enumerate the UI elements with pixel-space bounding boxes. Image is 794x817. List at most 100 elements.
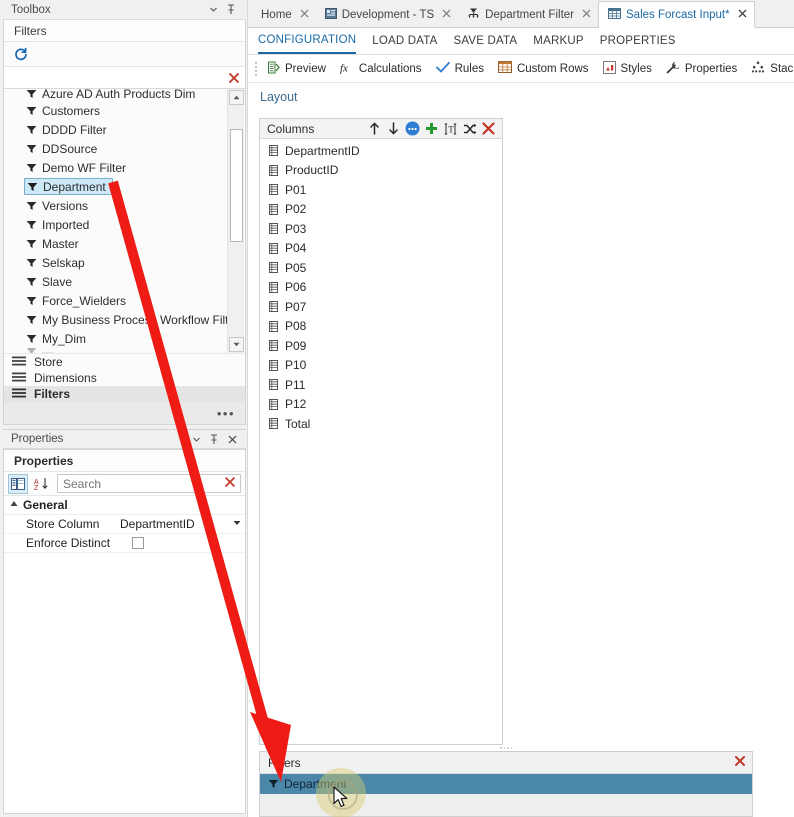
rules-button[interactable]: Rules bbox=[429, 56, 491, 82]
list-item[interactable]: P10 bbox=[260, 356, 502, 376]
filter-icon bbox=[26, 163, 42, 173]
move-up-icon[interactable] bbox=[365, 120, 384, 138]
list-item[interactable]: Versions bbox=[4, 196, 227, 215]
custom-rows-button[interactable]: Custom Rows bbox=[491, 56, 596, 82]
text-field-icon[interactable]: T bbox=[441, 120, 460, 138]
styles-button[interactable]: Styles bbox=[596, 56, 659, 82]
close-icon[interactable] bbox=[223, 431, 241, 447]
add-icon[interactable] bbox=[422, 120, 441, 138]
close-icon[interactable] bbox=[582, 9, 591, 21]
preview-icon bbox=[266, 61, 280, 77]
ribbon-tab-load-data[interactable]: LOAD DATA bbox=[372, 28, 437, 54]
list-item[interactable]: DDDD Filter bbox=[4, 120, 227, 139]
list-item[interactable]: P11 bbox=[260, 375, 502, 395]
ribbon-tab-label: MARKUP bbox=[533, 35, 584, 47]
fx-icon: fx bbox=[340, 61, 354, 77]
list-item-partial[interactable]: — bbox=[4, 348, 227, 353]
move-down-icon[interactable] bbox=[384, 120, 403, 138]
list-item[interactable]: P06 bbox=[260, 278, 502, 298]
properties-button[interactable]: Properties bbox=[659, 56, 744, 82]
list-item[interactable]: Slave bbox=[4, 272, 227, 291]
list-item[interactable]: DepartmentID bbox=[260, 141, 502, 161]
stacked-columns-button[interactable]: Stacked columns bbox=[744, 56, 794, 82]
pin-icon[interactable] bbox=[205, 431, 223, 447]
list-item[interactable]: P02 bbox=[260, 200, 502, 220]
scrollbar-thumb[interactable] bbox=[230, 129, 243, 242]
chevron-down-icon[interactable] bbox=[187, 431, 205, 447]
filters-scrollbar[interactable] bbox=[227, 89, 244, 353]
list-item[interactable]: Azure AD Auth Products Dim bbox=[4, 89, 227, 101]
list-item[interactable]: DDSource bbox=[4, 139, 227, 158]
properties-group-general[interactable]: General bbox=[4, 496, 245, 515]
list-item[interactable]: P07 bbox=[260, 297, 502, 317]
list-item[interactable]: Force_Wielders bbox=[4, 291, 227, 310]
filter-icon bbox=[26, 106, 42, 116]
list-item[interactable]: P09 bbox=[260, 336, 502, 356]
filters-list[interactable]: Azure AD Auth Products Dim Customers DDD… bbox=[4, 89, 227, 353]
list-item[interactable]: My_Dim bbox=[4, 329, 227, 348]
chevron-down-icon[interactable] bbox=[229, 520, 245, 528]
properties-search-box[interactable] bbox=[57, 474, 241, 493]
command-label: Properties bbox=[684, 62, 738, 75]
column-icon bbox=[269, 418, 285, 430]
categorized-view-icon[interactable] bbox=[8, 473, 28, 494]
list-item[interactable]: P04 bbox=[260, 239, 502, 259]
list-item[interactable]: P05 bbox=[260, 258, 502, 278]
clear-search-icon[interactable] bbox=[223, 68, 245, 88]
filter-icon bbox=[26, 258, 42, 268]
tab-department-filter[interactable]: Department Filter bbox=[458, 3, 598, 27]
toolbox-overflow-button[interactable]: ••• bbox=[4, 402, 245, 424]
ribbon-tab-configuration[interactable]: CONFIGURATION bbox=[258, 28, 357, 54]
list-item-label: Force_Wielders bbox=[42, 293, 127, 308]
list-item[interactable]: P01 bbox=[260, 180, 502, 200]
close-icon[interactable] bbox=[728, 755, 752, 770]
list-item[interactable]: P12 bbox=[260, 395, 502, 415]
enforce-distinct-checkbox[interactable] bbox=[132, 537, 144, 549]
toolbar-grip[interactable] bbox=[252, 60, 257, 78]
list-item[interactable]: Customers bbox=[4, 101, 227, 120]
close-icon[interactable] bbox=[442, 9, 451, 21]
list-item[interactable]: Imported bbox=[4, 215, 227, 234]
columns-list[interactable]: DepartmentID ProductID P01 P02 P03 P04 P… bbox=[260, 139, 502, 744]
property-value[interactable]: DepartmentID bbox=[116, 517, 229, 531]
properties-search-input[interactable] bbox=[58, 475, 220, 492]
chevron-down-icon[interactable] bbox=[204, 2, 222, 18]
list-item[interactable]: ProductID bbox=[260, 161, 502, 181]
preview-button[interactable]: Preview bbox=[259, 56, 333, 82]
scroll-down-button[interactable] bbox=[229, 337, 244, 352]
sidebar-item-dimensions[interactable]: Dimensions bbox=[4, 370, 245, 386]
sort-alpha-icon[interactable]: A Z bbox=[31, 474, 51, 494]
delete-icon[interactable] bbox=[479, 120, 498, 138]
more-options-icon[interactable] bbox=[403, 120, 422, 138]
clear-search-icon[interactable] bbox=[220, 476, 240, 491]
shuffle-icon[interactable] bbox=[460, 120, 479, 138]
ribbon-tab-properties[interactable]: PROPERTIES bbox=[600, 28, 676, 54]
sidebar-item-filters[interactable]: Filters bbox=[4, 386, 245, 402]
property-value[interactable] bbox=[116, 537, 245, 549]
list-item[interactable]: Selskap bbox=[4, 253, 227, 272]
pin-icon[interactable] bbox=[222, 2, 240, 18]
filter-icon bbox=[26, 201, 42, 211]
list-item[interactable]: P08 bbox=[260, 317, 502, 337]
list-item[interactable]: Master bbox=[4, 234, 227, 253]
tab-development-ts[interactable]: Development - TS bbox=[315, 3, 459, 27]
ribbon-tab-save-data[interactable]: SAVE DATA bbox=[454, 28, 518, 54]
tab-sales-forcast-input[interactable]: Sales Forcast Input* bbox=[598, 1, 755, 28]
list-item[interactable]: P03 bbox=[260, 219, 502, 239]
close-icon[interactable] bbox=[738, 9, 747, 21]
property-row-store-column[interactable]: Store Column DepartmentID bbox=[4, 515, 245, 534]
scroll-up-button[interactable] bbox=[228, 90, 244, 105]
calculations-button[interactable]: fx Calculations bbox=[333, 56, 429, 82]
sidebar-item-store[interactable]: Store bbox=[4, 354, 245, 370]
tab-home[interactable]: Home bbox=[252, 3, 316, 27]
property-row-enforce-distinct[interactable]: Enforce Distinct bbox=[4, 534, 245, 553]
filter-search-input[interactable] bbox=[4, 67, 223, 88]
list-item[interactable]: Demo WF Filter bbox=[4, 158, 227, 177]
list-item[interactable]: My Business Process Workflow Filter bbox=[4, 310, 227, 329]
list-item[interactable]: Total bbox=[260, 414, 502, 434]
refresh-icon[interactable] bbox=[12, 45, 30, 63]
ribbon-tab-markup[interactable]: MARKUP bbox=[533, 28, 583, 54]
expander-icon[interactable] bbox=[10, 500, 18, 510]
close-icon[interactable] bbox=[300, 9, 309, 21]
list-item-department-selected[interactable]: Department bbox=[4, 177, 227, 196]
